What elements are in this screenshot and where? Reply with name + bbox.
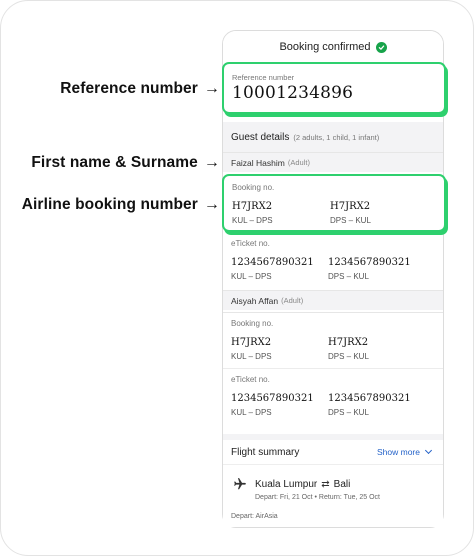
arrow-icon: → — [203, 80, 220, 97]
passenger-name-bar: Aisyah Affan (Adult) — [223, 290, 443, 310]
eticket-route: DPS – KUL — [328, 272, 369, 281]
guest-details-header: Guest details (2 adults, 1 child, 1 infa… — [223, 122, 443, 152]
annotation-reference-label: Reference number — [60, 80, 198, 97]
origin-city: Kuala Lumpur — [255, 478, 318, 490]
passenger-name: Aisyah Affan — [231, 295, 279, 306]
booking-route: KUL – DPS — [232, 216, 273, 225]
arrow-icon: → — [203, 154, 220, 171]
header: Booking confirmed — [223, 31, 443, 63]
reference-value: 10001234896 — [232, 83, 354, 103]
booking-route: KUL – DPS — [231, 352, 272, 361]
booking-code: H7JRX2 — [231, 337, 272, 348]
eticket-code: 1234567890321 — [231, 393, 314, 404]
eticket-label: eTicket no. — [231, 375, 270, 384]
booking-code: H7JRX2 — [330, 201, 371, 212]
eticket-code: 1234567890321 — [231, 257, 314, 268]
annotation-airline: Airline booking number → — [0, 196, 220, 214]
booking-code: H7JRX2 — [232, 201, 273, 212]
booking-section: Booking no. H7JRX2 KUL – DPS H7JRX2 DPS … — [223, 312, 443, 368]
passenger-name: Faizal Hashim — [231, 157, 285, 168]
flight-airline: Depart: AirAsia — [231, 513, 278, 520]
flight-route: Kuala Lumpur ⇄ Bali — [233, 477, 350, 491]
airplane-icon — [234, 478, 246, 490]
show-more-button[interactable]: Show more — [377, 446, 433, 457]
eticket-section: eTicket no. 1234567890321 KUL – DPS 1234… — [223, 368, 443, 428]
guest-details-title: Guest details — [231, 131, 290, 143]
flight-summary-title: Flight summary — [231, 446, 300, 458]
eticket-route: KUL – DPS — [231, 272, 272, 281]
booking-route: DPS – KUL — [328, 352, 369, 361]
eticket-section: eTicket no. 1234567890321 KUL – DPS 1234… — [223, 236, 443, 288]
booking-code: H7JRX2 — [328, 337, 369, 348]
annotation-reference: Reference number → — [0, 80, 220, 98]
passenger-type: (Adult) — [287, 158, 310, 167]
check-circle-icon — [375, 41, 387, 53]
annotation-name-label: First name & Surname — [31, 154, 198, 171]
passenger-type: (Adult) — [281, 296, 304, 305]
chevron-down-icon — [424, 446, 433, 455]
show-more-label: Show more — [377, 447, 420, 457]
guest-details-summary: (2 adults, 1 child, 1 infant) — [293, 132, 380, 142]
reference-number-card: Reference number 10001234896 — [222, 62, 446, 114]
page-title: Booking confirmed — [279, 41, 371, 53]
booking-label: Booking no. — [232, 183, 275, 192]
booking-label: Booking no. — [231, 319, 274, 328]
eticket-route: DPS – KUL — [328, 408, 369, 417]
flight-summary-body: Kuala Lumpur ⇄ Bali Depart: Fri, 21 Oct … — [223, 464, 443, 527]
eticket-label: eTicket no. — [231, 239, 270, 248]
swap-arrows-icon: ⇄ — [321, 478, 330, 490]
annotation-airline-label: Airline booking number — [21, 196, 198, 213]
annotation-name: First name & Surname → — [0, 154, 220, 172]
reference-label: Reference number — [232, 73, 295, 82]
passenger-name-bar: Faizal Hashim (Adult) — [223, 152, 443, 172]
booking-route: DPS – KUL — [330, 216, 371, 225]
arrow-icon: → — [203, 196, 220, 213]
eticket-route: KUL – DPS — [231, 408, 272, 417]
flight-summary-header: Flight summary Show more — [223, 434, 443, 464]
airline-booking-card: Booking no. H7JRX2 KUL – DPS H7JRX2 DPS … — [222, 174, 446, 232]
flight-dates: Depart: Fri, 21 Oct • Return: Tue, 25 Oc… — [255, 494, 380, 501]
eticket-code: 1234567890321 — [328, 393, 411, 404]
destination-city: Bali — [333, 478, 351, 490]
eticket-code: 1234567890321 — [328, 257, 411, 268]
